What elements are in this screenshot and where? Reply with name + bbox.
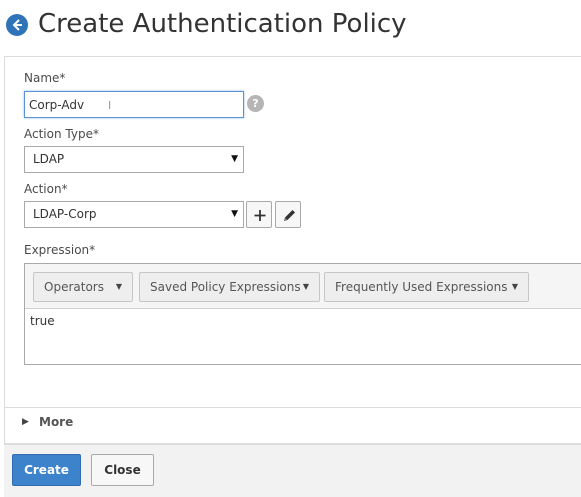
expression-toolbar: Operators ▼ Saved Policy Expressions ▼ F… bbox=[25, 264, 581, 309]
action-value: LDAP-Corp bbox=[33, 207, 97, 221]
frequently-used-expressions-dropdown[interactable]: Frequently Used Expressions ▼ bbox=[324, 272, 529, 302]
page-header: Create Authentication Policy bbox=[0, 0, 581, 56]
expression-editor[interactable]: Operators ▼ Saved Policy Expressions ▼ F… bbox=[24, 263, 581, 365]
chevron-down-icon: ▼ bbox=[115, 282, 122, 291]
action-type-label: Action Type* bbox=[24, 127, 99, 141]
action-select[interactable]: LDAP-Corp ▼ bbox=[24, 201, 244, 228]
add-action-button[interactable] bbox=[246, 201, 272, 228]
operators-label: Operators bbox=[44, 280, 104, 294]
saved-policy-expressions-dropdown[interactable]: Saved Policy Expressions ▼ bbox=[139, 272, 320, 302]
close-button[interactable]: Close bbox=[91, 454, 154, 486]
frequently-used-expressions-label: Frequently Used Expressions bbox=[335, 280, 508, 294]
expression-text[interactable]: true bbox=[30, 314, 55, 328]
name-label: Name* bbox=[24, 71, 66, 85]
text-cursor-icon: I bbox=[108, 99, 112, 112]
edit-action-button[interactable] bbox=[275, 201, 301, 228]
chevron-down-icon: ▼ bbox=[231, 154, 238, 164]
chevron-down-icon: ▼ bbox=[511, 282, 518, 291]
chevron-down-icon: ▼ bbox=[231, 209, 238, 219]
help-icon[interactable]: ? bbox=[247, 95, 264, 112]
action-type-value: LDAP bbox=[33, 152, 65, 166]
expression-label: Expression* bbox=[24, 243, 96, 257]
chevron-down-icon: ▼ bbox=[302, 282, 309, 291]
chevron-right-icon: ▶ bbox=[22, 417, 29, 427]
page-title: Create Authentication Policy bbox=[38, 9, 407, 39]
pencil-icon bbox=[284, 210, 295, 221]
more-label: More bbox=[39, 415, 74, 429]
operators-dropdown[interactable]: Operators ▼ bbox=[33, 272, 133, 302]
plus-icon bbox=[254, 210, 266, 221]
more-toggle[interactable]: ▶ More bbox=[4, 407, 581, 437]
name-input[interactable] bbox=[24, 91, 244, 118]
saved-policy-expressions-label: Saved Policy Expressions bbox=[150, 280, 301, 294]
back-arrow-icon[interactable] bbox=[6, 14, 28, 36]
create-button[interactable]: Create bbox=[12, 454, 81, 486]
action-type-select[interactable]: LDAP ▼ bbox=[24, 146, 244, 173]
action-label: Action* bbox=[24, 182, 68, 196]
